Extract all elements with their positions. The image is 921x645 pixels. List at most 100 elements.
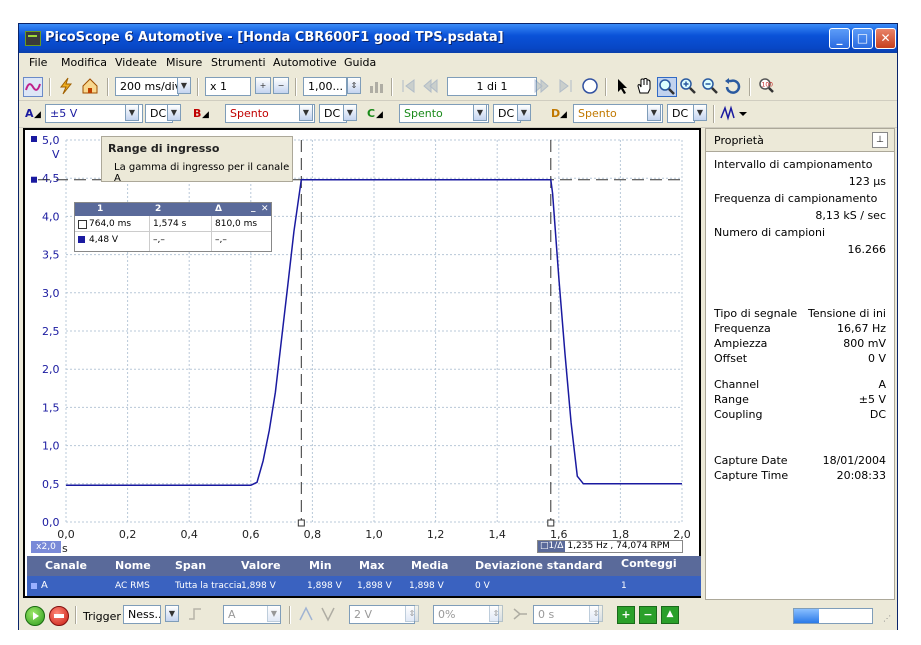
falling-edge-icon[interactable] (319, 605, 339, 625)
menu-misure[interactable]: Misure (166, 56, 202, 69)
prop-value: 18/01/2004 (822, 454, 886, 467)
channel-d-coupling-arrow[interactable]: ▼ (693, 104, 707, 121)
zoom-tool-icon[interactable] (657, 77, 677, 97)
waveform-plot[interactable]: 0,0 0,2 0,4 0,6 0,8 1,0 1,2 1,4 1,6 1,8 2,00,00,51… (25, 130, 699, 556)
menu-videate[interactable]: Videate (115, 56, 157, 69)
zoom-in-icon[interactable] (679, 77, 699, 97)
pin-icon[interactable]: ⊥ (872, 132, 888, 148)
meas-col-deviazione[interactable]: Deviazione standard (475, 559, 602, 572)
channel-c-coupling-arrow[interactable]: ▼ (517, 104, 531, 121)
scope-mode-icon[interactable] (23, 77, 43, 97)
trigger-level-spinner[interactable]: ⇕ (405, 605, 419, 622)
next-page-icon[interactable] (533, 77, 553, 97)
ruler-header-delta: Δ (215, 204, 222, 214)
meas-col-conteggi[interactable]: Conteggi (621, 557, 677, 570)
meas-col-canale[interactable]: Canale (45, 559, 87, 572)
voltage-ruler-handle (31, 176, 37, 183)
x-tick-label: 0,0 (57, 528, 75, 541)
close-button[interactable]: ✕ (875, 28, 896, 49)
trigger-mode-arrow[interactable]: ▼ (165, 605, 179, 622)
ruler-header-2: 2 (155, 204, 162, 214)
probe-icon: ◢ (376, 110, 383, 120)
undo-zoom-icon[interactable] (723, 77, 743, 97)
scope-view[interactable]: 0,0 0,2 0,4 0,6 0,8 1,0 1,2 1,4 1,6 1,8 2,0 0,0 0,5 1… (23, 128, 701, 598)
ruler-minimize-icon[interactable]: _ (251, 203, 256, 213)
delay-icon[interactable] (511, 605, 531, 625)
minimize-button[interactable]: _ (829, 28, 850, 49)
trigger-edge-icon[interactable] (187, 605, 207, 625)
measurement-row[interactable]: A AC RMS Tutta la traccia 1,898 V 1,898 … (27, 576, 701, 596)
meas-cell: Tutta la traccia (175, 581, 242, 591)
trigger-toolbar: Trigger Ness... ▼ A ▼ 2 V ⇕ 0% ⇕ 0 s ⇕ +… (19, 602, 897, 630)
zoom-select[interactable]: x 1 (205, 77, 251, 96)
zoom-overview-icon[interactable]: 100 (757, 77, 777, 97)
menu-modifica[interactable]: Modifica (61, 56, 107, 69)
title-bar[interactable]: PicoScope 6 Automotive - [Honda CBR600F1… (19, 24, 897, 53)
prop-label: Numero di campioni (714, 226, 826, 239)
trigger-channel-arrow[interactable]: ▼ (267, 605, 281, 622)
pointer-icon[interactable] (613, 77, 633, 97)
prop-label: Channel (714, 378, 760, 391)
stop-button[interactable] (49, 606, 69, 626)
prop-label: Frequenza di campionamento (714, 192, 878, 205)
timebase-dropdown-arrow[interactable]: ▼ (177, 77, 191, 94)
add-button[interactable]: + (617, 606, 635, 624)
multiplier-field[interactable]: 1,00... (303, 77, 347, 96)
channel-a-range-arrow[interactable]: ▼ (125, 104, 139, 121)
prev-page-icon[interactable] (421, 77, 441, 97)
trigger-delay-spinner[interactable]: ⇕ (589, 605, 603, 622)
pretrigger-spinner[interactable]: ⇕ (489, 605, 503, 622)
maximize-button[interactable]: □ (852, 28, 873, 49)
hand-icon[interactable] (635, 77, 655, 97)
meas-col-media[interactable]: Media (411, 559, 448, 572)
meas-col-valore[interactable]: Valore (241, 559, 281, 572)
rising-edge-icon[interactable] (297, 605, 317, 625)
channel-a-coupling-arrow[interactable]: ▼ (167, 104, 181, 121)
compass-icon[interactable] (581, 77, 601, 97)
menu-strumenti[interactable]: Strumenti (211, 56, 266, 69)
menu-guida[interactable]: Guida (344, 56, 376, 69)
first-page-icon[interactable] (399, 77, 419, 97)
probe-icon: ◢ (560, 110, 567, 120)
ruler-close-icon[interactable]: ✕ (261, 204, 269, 214)
multiplier-spinner[interactable]: ⇕ (347, 77, 361, 94)
resize-grip-icon[interactable]: ⋰ (883, 614, 891, 623)
remove-button[interactable]: − (639, 606, 657, 624)
zoom-out-icon[interactable] (701, 77, 721, 97)
zoom-increase-button[interactable]: + (255, 77, 271, 94)
meas-col-min[interactable]: Min (309, 559, 332, 572)
channel-b-range-arrow[interactable]: ▼ (299, 104, 313, 121)
ruler-cell: –,– (215, 235, 227, 245)
channel-d-coupling-select[interactable]: DC (667, 104, 695, 123)
properties-title: Proprietà (714, 134, 764, 147)
menu-file[interactable]: File (29, 56, 47, 69)
meas-col-nome[interactable]: Nome (115, 559, 151, 572)
meas-col-span[interactable]: Span (175, 559, 206, 572)
meas-col-max[interactable]: Max (359, 559, 384, 572)
home-icon[interactable] (81, 77, 101, 97)
math-channel-icon[interactable] (719, 104, 755, 124)
bar-chart-icon[interactable] (367, 77, 387, 97)
time-ruler-icon (78, 220, 87, 229)
timebase-select[interactable]: 200 ms/div (115, 77, 179, 96)
window-title: PicoScope 6 Automotive - [Honda CBR600F1… (45, 30, 504, 45)
y-tick-label: 0,5 (42, 478, 60, 491)
ruler-cell: 810,0 ms (215, 219, 258, 229)
channel-d-range-arrow[interactable]: ▼ (647, 104, 661, 121)
expand-button[interactable]: ▲ (661, 606, 679, 624)
channel-b-coupling-arrow[interactable]: ▼ (343, 104, 357, 121)
x-zoom-badge: x2,0 (31, 541, 61, 553)
lightning-icon[interactable] (57, 77, 77, 97)
x-tick-label: 0,6 (242, 528, 259, 541)
start-button[interactable] (25, 606, 45, 626)
channel-c-range-arrow[interactable]: ▼ (473, 104, 487, 121)
prop-label: Ampiezza (714, 337, 768, 350)
meas-cell: A (41, 580, 48, 591)
prop-label: Intervallo di campionamento (714, 158, 873, 171)
channel-toolbar: A ◢ ±5 V ▼ DC ▼ B ◢ Spento ▼ DC ▼ C ◢ Sp… (19, 101, 897, 128)
meas-cell: 1,898 V (357, 581, 392, 591)
zoom-decrease-button[interactable]: − (273, 77, 289, 94)
menu-automotive[interactable]: Automotive (273, 56, 337, 69)
last-page-icon[interactable] (557, 77, 577, 97)
trigger-mode-select[interactable]: Ness... (123, 605, 161, 624)
